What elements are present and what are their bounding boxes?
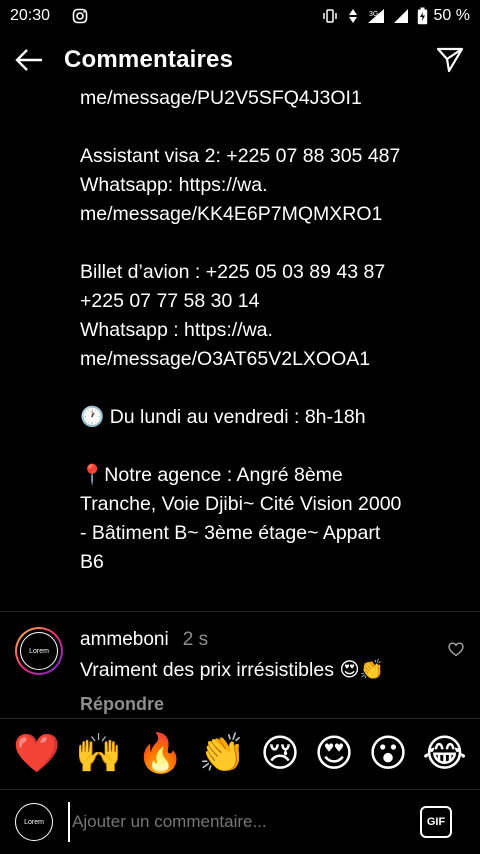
- battery-percent: 50 %: [433, 7, 470, 24]
- caption-text: +225 07 88 305 487 Whatsapp: https://wa.…: [80, 88, 402, 573]
- share-send-icon[interactable]: [436, 47, 464, 73]
- emoji-clapping[interactable]: 👏: [198, 735, 245, 773]
- reply-button[interactable]: Répondre: [80, 694, 164, 715]
- page-title: Commentaires: [64, 46, 234, 73]
- emoji-crying[interactable]: 😢: [260, 735, 300, 773]
- back-arrow-icon[interactable]: [14, 48, 44, 72]
- emoji-red-heart[interactable]: ❤️: [13, 735, 60, 773]
- data-transfer-icon: [347, 8, 359, 24]
- my-avatar-logo: Lorem: [15, 803, 53, 841]
- gif-button[interactable]: GIF: [420, 806, 452, 838]
- svg-text:3G: 3G: [369, 11, 378, 18]
- comment-text: Vraiment des prix irrésistibles 😍👏: [80, 659, 384, 681]
- signal-icon: [393, 8, 409, 24]
- emoji-tears-of-joy[interactable]: 😂: [422, 735, 466, 773]
- like-heart-icon[interactable]: [448, 642, 464, 662]
- comment-header: ammeboni 2 s: [80, 629, 208, 651]
- comment-composer: Lorem GIF: [0, 790, 480, 854]
- emoji-fire[interactable]: 🔥: [137, 735, 184, 773]
- emoji-surprised[interactable]: 😮: [368, 735, 408, 773]
- battery-charging-icon: [417, 7, 428, 25]
- comment-username[interactable]: ammeboni: [80, 629, 169, 650]
- status-bar: 20:30 3G 50 %: [0, 0, 480, 32]
- emoji-heart-eyes[interactable]: 😍: [314, 735, 354, 773]
- header: Commentaires: [0, 32, 480, 88]
- instagram-icon: [72, 8, 88, 24]
- comment-time: 2 s: [182, 629, 209, 650]
- post-caption: +225 07 88 305 487 Whatsapp: https://wa.…: [0, 88, 480, 608]
- comment-item: Lorem ammeboni 2 s Vraiment des prix irré…: [0, 624, 480, 718]
- emoji-reaction-bar: ❤️ 🙌 🔥 👏 😢 😍 😮 😂: [0, 718, 480, 790]
- comment-input[interactable]: [68, 802, 410, 842]
- avatar[interactable]: Lorem: [15, 627, 63, 675]
- divider: [0, 611, 480, 612]
- emoji-raising-hands[interactable]: 🙌: [75, 735, 122, 773]
- status-time: 20:30: [10, 7, 51, 24]
- vibrate-icon: [321, 8, 339, 24]
- my-avatar: Lorem: [14, 802, 54, 842]
- avatar-logo: Lorem: [20, 632, 58, 670]
- signal-3g-icon: 3G: [367, 8, 385, 24]
